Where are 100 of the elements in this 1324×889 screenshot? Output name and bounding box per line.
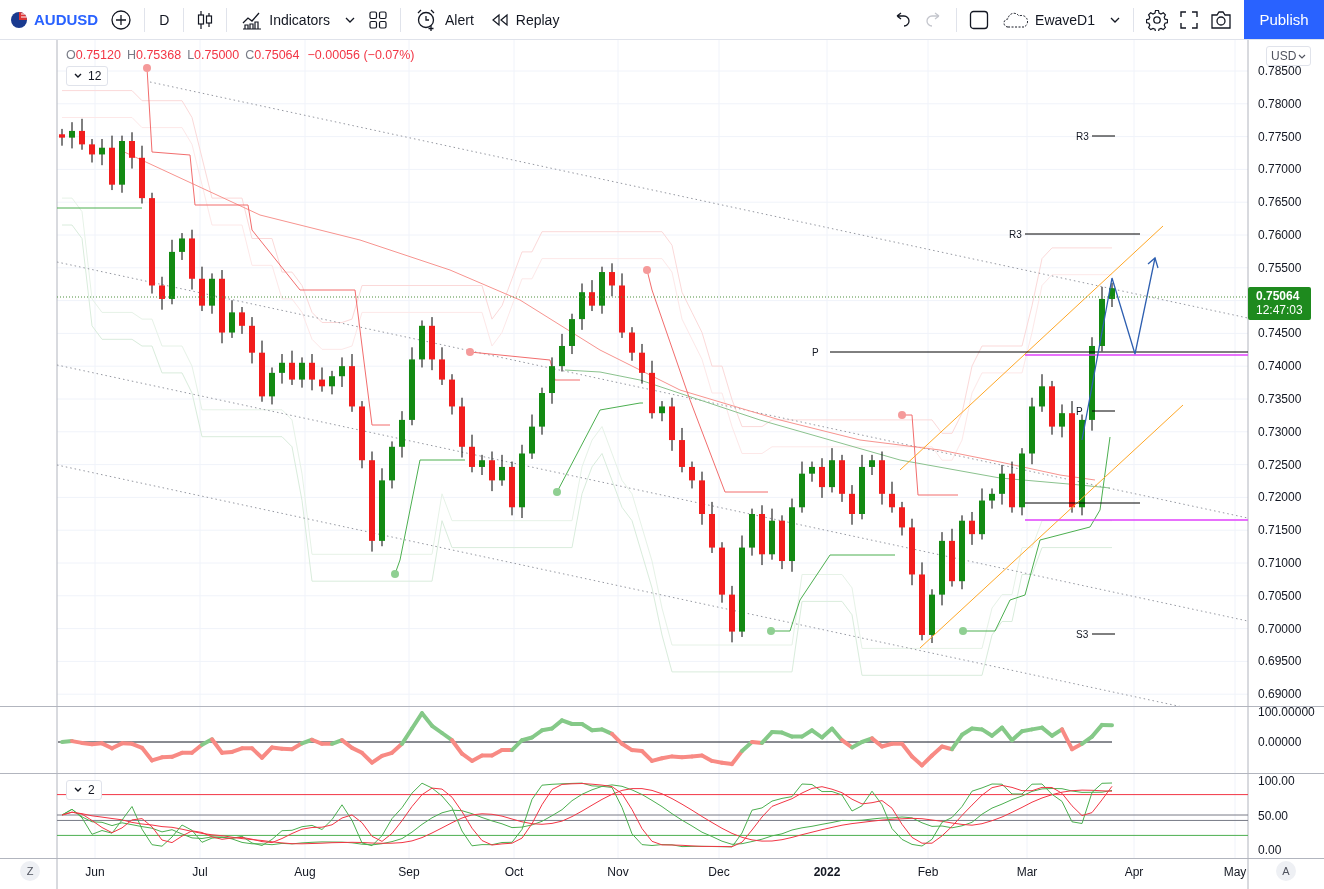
axis-label: 100.00 — [1258, 774, 1295, 788]
price-label: 0.71000 — [1258, 556, 1302, 570]
interval-button[interactable]: D — [157, 9, 172, 30]
candlestick — [249, 316, 255, 364]
candlestick — [499, 454, 505, 487]
candlestick — [879, 451, 885, 506]
candlestick — [129, 131, 135, 170]
candlestick — [1019, 447, 1025, 516]
candlestick — [1029, 397, 1035, 465]
candlestick — [329, 370, 335, 395]
price-label: 0.74500 — [1258, 326, 1302, 341]
grid-icon[interactable] — [368, 9, 388, 30]
settings-icon[interactable] — [1146, 8, 1168, 31]
currency-dropdown[interactable]: USD — [1266, 46, 1312, 66]
candlestick — [539, 387, 545, 436]
square-icon[interactable] — [969, 9, 990, 30]
candlestick — [1059, 403, 1065, 438]
candlestick — [479, 454, 485, 476]
candlestick — [209, 272, 215, 315]
price-label: 0.75500 — [1258, 260, 1302, 275]
layout-button[interactable]: EwaveD1 — [1001, 8, 1097, 31]
candlestick — [799, 461, 805, 514]
price-label: 0.70000 — [1258, 621, 1302, 636]
auto-scale-button[interactable]: A — [1276, 861, 1296, 881]
dot-marker — [553, 488, 561, 496]
candlestick — [629, 326, 635, 362]
symbol-name[interactable]: AUDUSD — [34, 11, 99, 28]
candlestick — [659, 400, 665, 422]
time-label: 2022 — [813, 865, 841, 879]
pivot-line — [1091, 633, 1116, 635]
candlestick — [969, 511, 975, 546]
candlestick — [899, 501, 905, 536]
candlestick — [559, 333, 565, 372]
dot-marker — [466, 348, 474, 356]
time-label: Sep — [398, 865, 420, 879]
candlestick — [649, 360, 655, 420]
pivot-label: R3 — [1076, 131, 1089, 142]
fullscreen-icon[interactable] — [1180, 10, 1198, 29]
candlestick — [139, 145, 145, 204]
price-label: 0.77000 — [1258, 162, 1302, 177]
pivot-line — [1091, 135, 1116, 137]
indicators-toggle[interactable]: 12 — [66, 66, 109, 86]
price-label: 0.72000 — [1258, 490, 1302, 505]
axis-label: 50.00 — [1258, 809, 1289, 823]
ohlc-value: 0.75064 — [254, 48, 300, 62]
candlestick — [1009, 461, 1015, 514]
candlestick — [489, 451, 495, 492]
candlestick — [809, 461, 815, 483]
candlestick — [909, 518, 915, 586]
price-label: 0.70500 — [1258, 588, 1302, 603]
candlestick — [119, 135, 125, 194]
time-label: Feb — [917, 865, 939, 879]
candlestick — [399, 410, 405, 459]
alert-button[interactable]: Alert — [413, 5, 476, 34]
candlestick — [89, 138, 95, 163]
candlestick — [419, 319, 425, 368]
pivot-line — [1091, 410, 1116, 412]
candlestick — [169, 239, 175, 305]
replay-button[interactable]: Replay — [487, 9, 562, 30]
candlestick — [199, 266, 205, 312]
candlestick — [159, 276, 165, 311]
time-label: Jun — [85, 865, 105, 879]
time-label: Aug — [294, 865, 316, 879]
candlestick — [319, 367, 325, 393]
axis-label: 0.00 — [1258, 843, 1282, 857]
candlestick-icon[interactable] — [196, 8, 215, 31]
publish-button[interactable]: Publish — [1244, 0, 1324, 39]
countdown-timer: 12:47:03 — [1256, 303, 1303, 317]
price-label: 0.71500 — [1258, 523, 1302, 538]
candlestick — [869, 454, 875, 476]
candlestick — [269, 367, 275, 405]
candlestick — [699, 471, 705, 526]
camera-icon[interactable] — [1210, 10, 1232, 29]
dot-marker — [143, 64, 151, 72]
price-label: 0.69500 — [1258, 654, 1302, 669]
indicators-button[interactable]: Indicators — [239, 7, 332, 32]
candlestick — [349, 353, 355, 413]
pivot-label: P — [1076, 406, 1083, 417]
ohlc-key: L — [187, 48, 195, 62]
candlestick — [1049, 380, 1055, 436]
ohlc-value: 0.75000 — [194, 48, 240, 62]
add-icon[interactable] — [110, 8, 133, 31]
candlestick — [179, 232, 185, 261]
time-label: Apr — [1124, 865, 1144, 879]
candlestick — [889, 481, 895, 514]
pane-toggle[interactable]: 2 — [66, 780, 102, 800]
zoom-button[interactable]: Z — [20, 861, 40, 881]
candlestick — [679, 427, 685, 473]
candlestick — [229, 299, 235, 339]
candlestick — [819, 457, 825, 499]
dot-marker — [959, 627, 967, 635]
ohlc-value: 0.75368 — [135, 48, 182, 62]
dot-marker — [898, 411, 906, 419]
price-label: 0.76500 — [1258, 195, 1302, 210]
candlestick — [239, 306, 245, 335]
candlestick — [309, 353, 315, 391]
candlestick — [589, 279, 595, 312]
candlestick — [719, 541, 725, 604]
candlestick — [189, 229, 195, 291]
ohlc-key: H — [126, 48, 136, 62]
